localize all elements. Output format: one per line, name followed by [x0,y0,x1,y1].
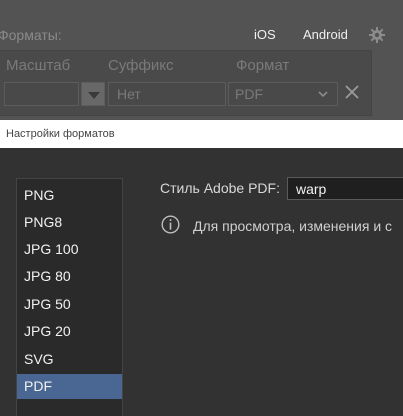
info-message: Для просмотра, изменения и с [193,218,393,234]
gear-icon[interactable] [369,27,385,43]
scale-input[interactable] [4,82,79,106]
tab-ios[interactable]: iOS [254,27,276,42]
export-formats-panel: Форматы: iOS Android Масштаб Суффикс Фор… [0,0,403,120]
chevron-down-icon [318,91,328,98]
pdf-style-label: Стиль Adobe PDF: [160,180,280,196]
list-item[interactable]: SVG [17,347,122,372]
formats-title: Форматы: [0,27,62,43]
format-select[interactable]: PDF [228,82,338,106]
column-header-suffix: Суффикс [108,57,174,74]
tab-android[interactable]: Android [303,27,348,42]
pdf-style-select[interactable]: warp [287,177,403,200]
list-item[interactable]: JPG 50 [17,292,122,317]
list-item-selected[interactable]: PDF [17,374,122,399]
list-item[interactable]: PNG8 [17,210,122,235]
format-select-value: PDF [235,86,263,102]
column-header-format: Формат [236,57,290,74]
list-item[interactable]: JPG 20 [17,319,122,344]
format-settings-dialog: Настройки форматов PNG PNG8 JPG 100 JPG … [0,120,403,416]
list-item[interactable]: JPG 80 [17,264,122,289]
scale-dropdown-button[interactable] [81,82,105,106]
info-icon [161,215,180,234]
format-table: Масштаб Суффикс Формат Нет PDF [0,50,372,116]
list-item[interactable]: PNG [17,183,122,208]
list-item[interactable]: JPG 100 [17,237,122,262]
triangle-down-icon [88,92,100,99]
column-header-scale: Масштаб [6,57,71,74]
formats-header: Форматы: iOS Android [0,22,403,48]
suffix-input[interactable]: Нет [108,82,226,106]
dialog-titlebar: Настройки форматов [0,120,403,148]
format-list[interactable]: PNG PNG8 JPG 100 JPG 80 JPG 50 JPG 20 SV… [16,178,123,416]
dialog-title: Настройки форматов [6,128,115,140]
close-icon[interactable] [344,84,360,100]
